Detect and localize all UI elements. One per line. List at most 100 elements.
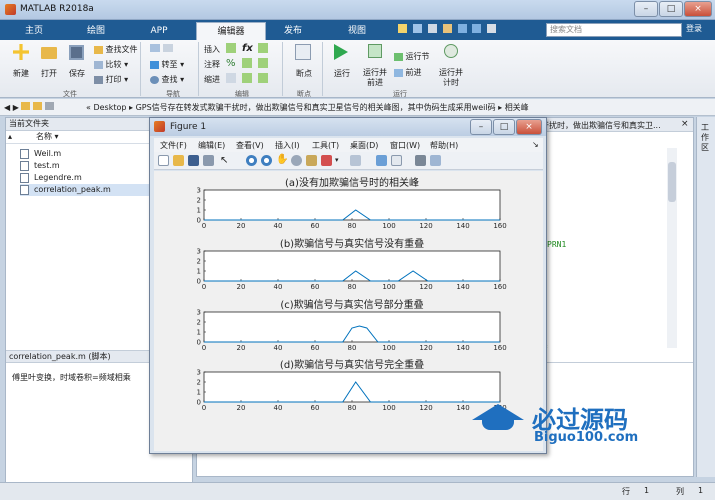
forward-icon[interactable] [162,44,173,52]
menu-window[interactable]: 窗口(W) [390,140,420,151]
save-button[interactable]: 保存 [66,44,88,78]
open-file-icon[interactable] [173,155,184,166]
menu-view[interactable]: 查看(V) [236,140,264,151]
y-tick-label: 3 [197,187,201,195]
find-button[interactable]: 查找 ▾ [150,74,184,85]
insert-colorbar-icon[interactable] [376,155,387,166]
tab-publish[interactable]: 发布 [262,22,324,40]
smart-indent-icon[interactable] [226,73,236,83]
find-label: 查找 [161,75,178,84]
hide-plot-tools-icon[interactable] [415,155,426,166]
login-link[interactable]: 登录 [686,23,712,34]
menu-file[interactable]: 文件(F) [160,140,187,151]
run-and-advance-button[interactable]: 运行并 前进 [360,44,390,88]
uncomment-icon[interactable] [242,58,252,68]
data-cursor-icon[interactable] [306,155,317,166]
save-figure-icon[interactable] [188,155,199,166]
menu-desktop[interactable]: 桌面(D) [350,140,378,151]
percent-comment-icon[interactable]: % [226,58,236,69]
close-button[interactable]: × [684,1,712,17]
compare-label: 比较 [105,60,122,69]
indent-button[interactable]: 缩进 [204,74,220,85]
decrease-indent-icon[interactable] [258,73,268,83]
run-and-time-button[interactable]: 运行并 计时 [436,44,466,88]
drive-icon[interactable] [44,102,54,110]
breadcrumb-desktop[interactable]: Desktop [93,103,126,112]
cut-icon[interactable] [412,24,422,33]
tab-home[interactable]: 主页 [4,22,64,40]
find-files-button[interactable]: 查找文件 [94,44,138,55]
print-figure-icon[interactable] [203,155,214,166]
undo-icon[interactable] [457,24,467,33]
pan-hand-icon[interactable]: ✋ [276,154,288,165]
editor-close-icon[interactable]: × [681,119,689,129]
increase-indent-icon[interactable] [242,73,252,83]
search-docs-input[interactable]: 搜索文档 [546,23,682,37]
back-icon[interactable] [150,44,160,52]
menu-dock-icon[interactable]: ↘ [532,140,539,149]
maximize-button[interactable]: □ [659,1,683,17]
redo-icon[interactable] [472,24,482,33]
print-button[interactable]: 打印 ▾ [94,74,128,85]
editor-title: 干扰时，做出欺骗信号和真实卫... [541,121,661,130]
link-plot-icon[interactable] [350,155,361,166]
minimize-button[interactable]: – [634,1,658,17]
wrap-comment-icon[interactable] [258,58,268,68]
figure-minimize-button[interactable]: – [470,119,492,135]
breakpoints-button[interactable]: 断点 [290,44,318,78]
printer-icon [94,75,103,84]
workspace-strip[interactable]: 工作区 [696,117,715,477]
insert-code-icon[interactable] [258,43,268,53]
open-button[interactable]: 打开 [38,44,60,78]
run-button[interactable]: 运行 [330,44,354,78]
run-section-button[interactable]: 运行节 [394,51,430,62]
back-arrow-icon[interactable]: ◀ [4,103,10,112]
paste-icon[interactable] [442,24,452,33]
path-nav-buttons: ◀ ▶ [4,102,54,112]
comment-button[interactable]: 注释 [204,59,220,70]
axes-box [203,311,501,343]
menu-tools[interactable]: 工具(T) [312,140,339,151]
figure-close-button[interactable]: × [516,119,542,135]
x-tick-label: 60 [311,222,320,230]
menu-edit[interactable]: 编辑(E) [198,140,225,151]
breadcrumb-folder[interactable]: 相关峰 [505,103,529,112]
file-name: test.m [34,161,60,170]
editor-scrollbar[interactable] [667,148,677,348]
menu-insert[interactable]: 插入(I) [275,140,300,151]
new-figure-icon[interactable] [158,155,169,166]
forward-arrow-icon[interactable]: ▶ [13,103,19,112]
ribbon-tab-bar: 主页 绘图 APP 编辑器 发布 视图 搜索文档 登录 [0,20,715,40]
help-icon[interactable] [487,24,497,33]
brush-icon[interactable] [321,155,332,166]
m-file-icon [20,161,29,171]
zoom-in-icon[interactable] [246,155,257,166]
tab-plots[interactable]: 绘图 [66,22,126,40]
tab-editor[interactable]: 编辑器 [196,22,266,40]
tab-apps[interactable]: APP [128,22,190,40]
tab-view[interactable]: 视图 [326,22,388,40]
insert-legend-icon[interactable] [391,155,402,166]
menu-help[interactable]: 帮助(H) [430,140,458,151]
brush-dropdown-icon[interactable]: ▾ [335,156,339,164]
copy-icon[interactable] [427,24,437,33]
function-fx-icon[interactable]: fx [242,43,253,54]
new-button[interactable]: 新建 [10,44,32,78]
rotate-3d-icon[interactable] [291,155,302,166]
figure-maximize-button[interactable]: □ [493,119,515,135]
browse-folder-icon[interactable] [32,102,42,110]
edit-plot-icon[interactable]: ↖ [220,155,228,166]
advance-button[interactable]: 前进 [394,67,422,78]
insert-section-icon[interactable] [226,43,236,53]
show-plot-tools-icon[interactable] [430,155,441,166]
insert-button[interactable]: 插入 [204,44,220,55]
up-folder-icon[interactable] [21,102,31,110]
compare-button[interactable]: 比较 ▾ [94,59,128,70]
breadcrumb-project[interactable]: GPS信号存在转发式欺骗干扰时，做出欺骗信号和真实卫星信号的相关峰图，其中伪码生… [136,103,496,112]
y-tick-label: 1 [197,389,201,397]
zoom-out-icon[interactable] [261,155,272,166]
save-icon[interactable] [398,24,407,33]
scrollbar-thumb[interactable] [668,162,676,202]
goto-button[interactable]: 转至 ▾ [150,59,184,70]
x-tick-label: 160 [493,222,506,230]
